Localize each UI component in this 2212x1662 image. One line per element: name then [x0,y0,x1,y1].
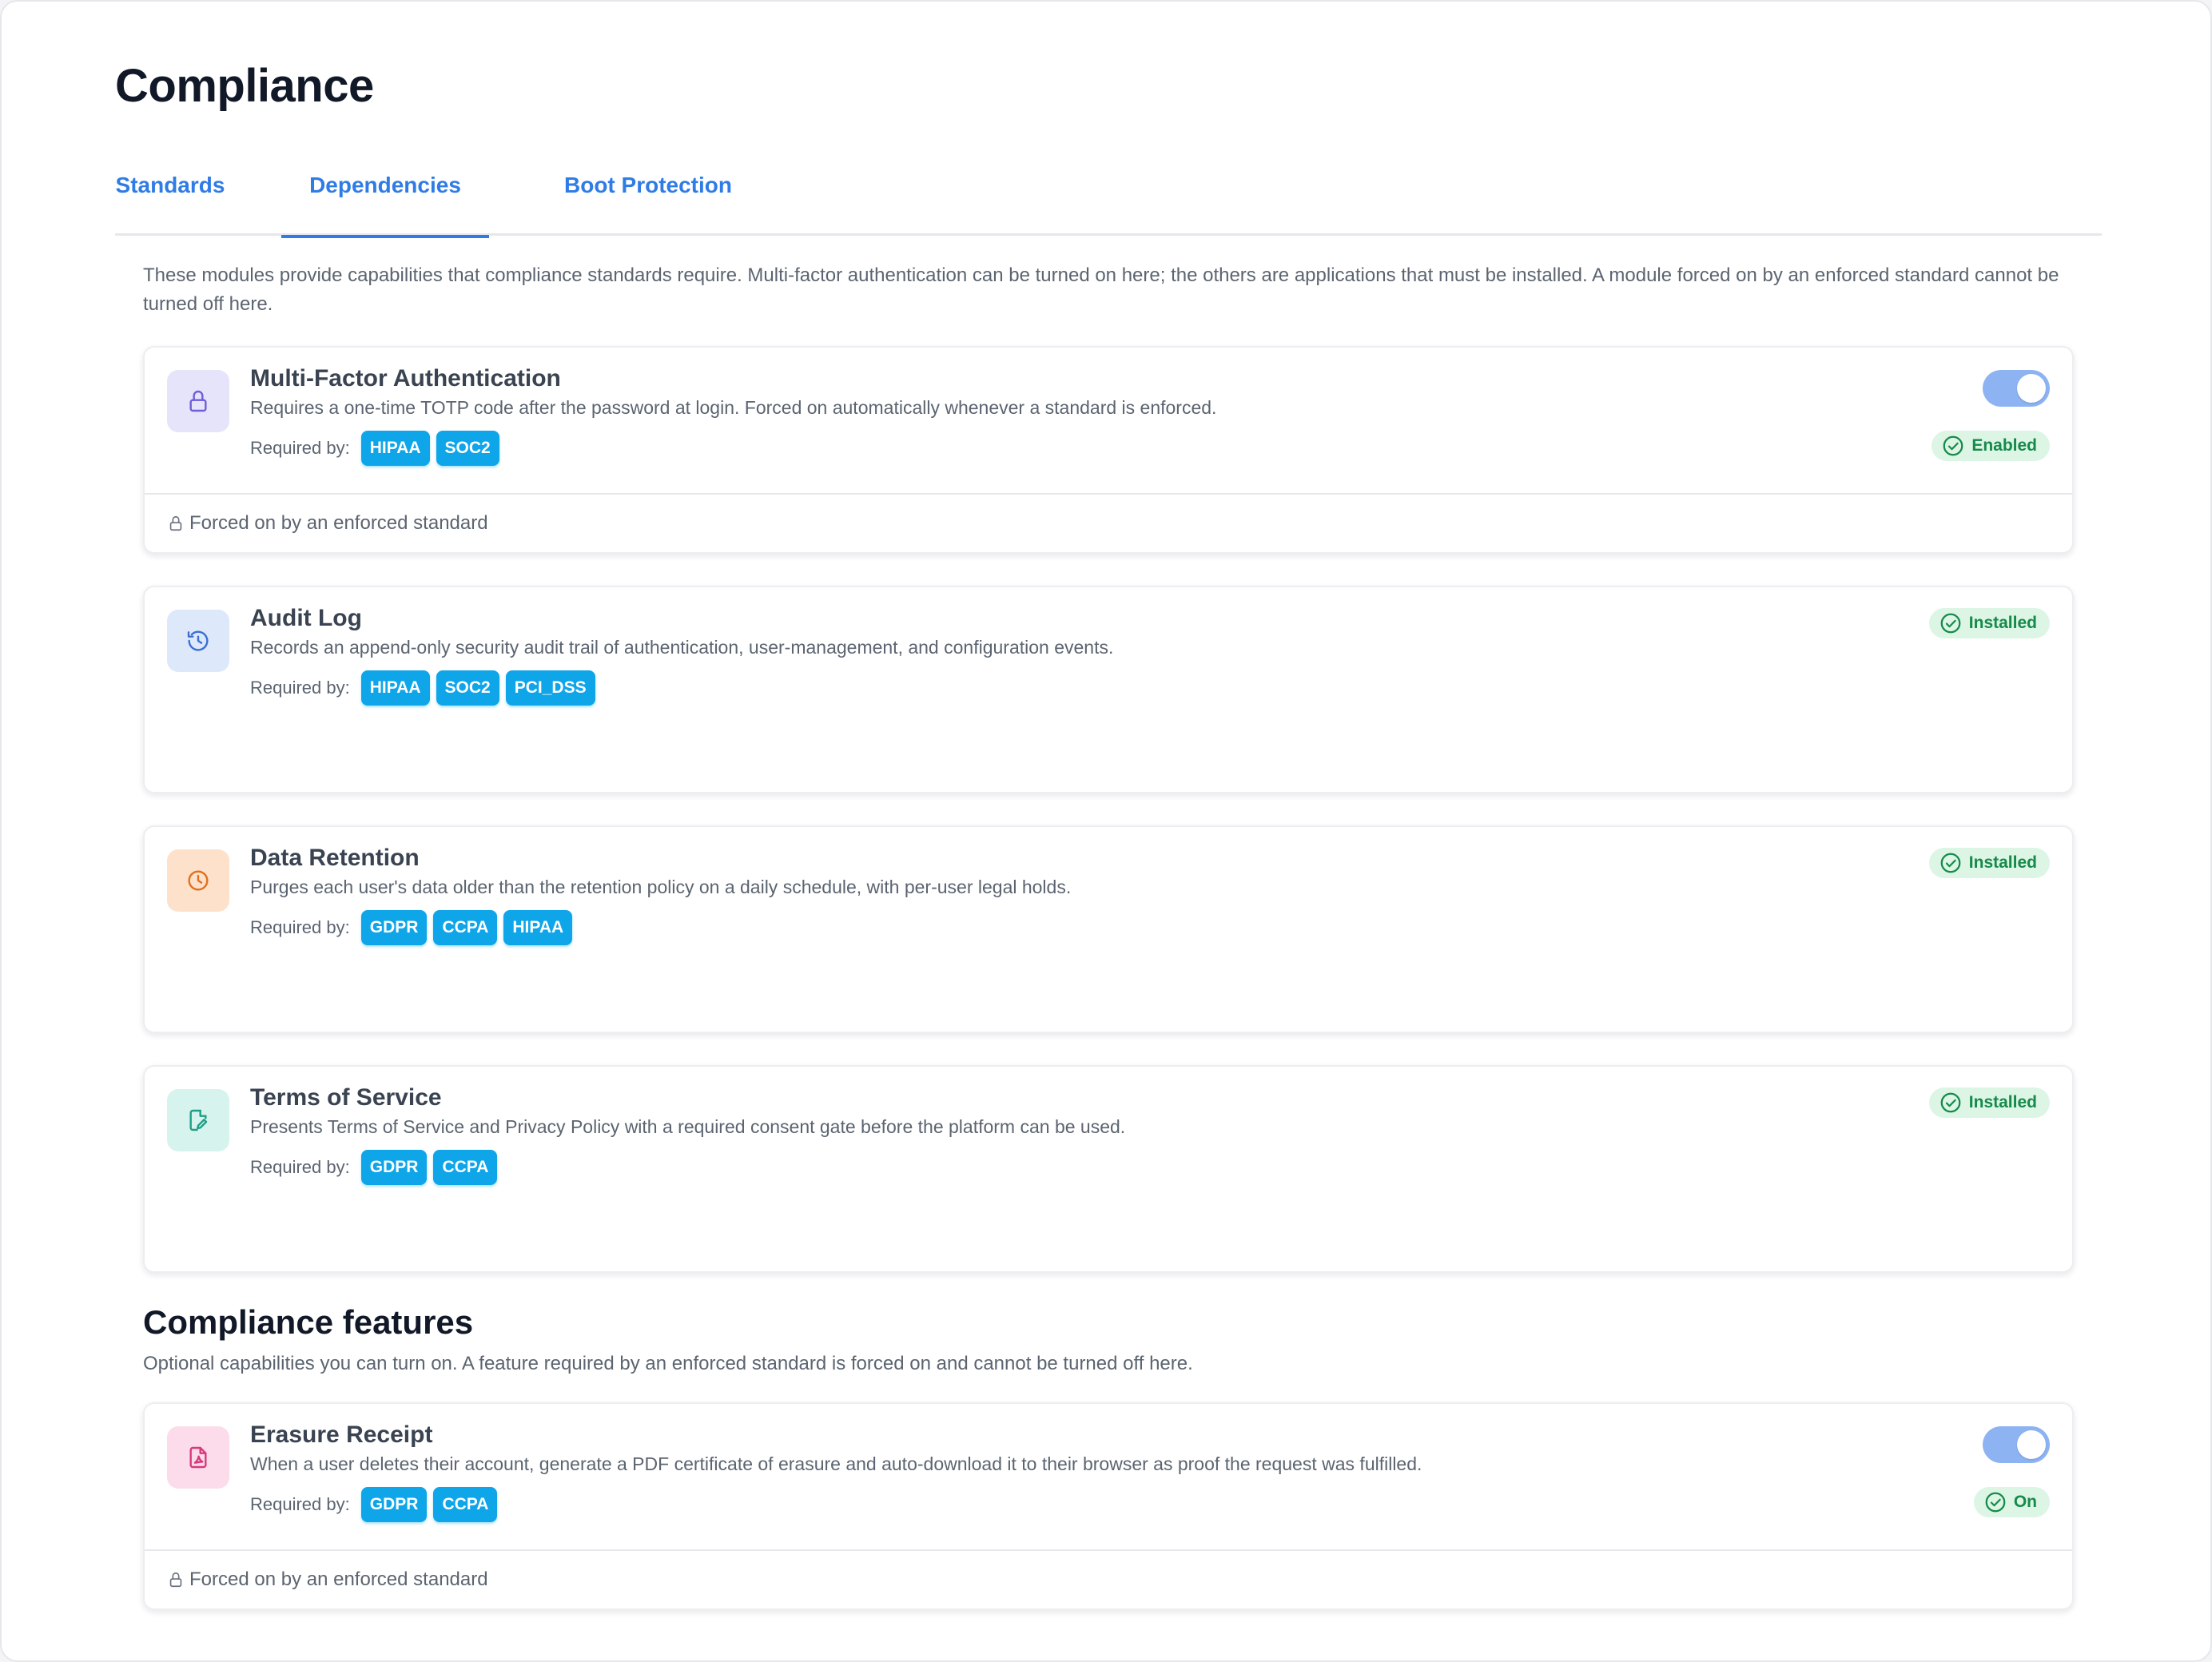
module-card-data-retention: Data Retention Purges each user's data o… [143,825,2074,1033]
feature-card-erasure-receipt: Erasure Receipt When a user deletes thei… [143,1402,2074,1610]
module-icon-box [167,370,229,432]
status-text: Enabled [1971,436,2037,455]
forced-note-text: Forced on by an enforced standard [189,1569,488,1590]
required-by-label: Required by: [250,1157,350,1177]
standard-chip: CCPA [433,910,498,945]
features-section-description: Optional capabilities you can turn on. A… [143,1353,1193,1374]
compliance-page: Compliance Standards Dependencies Boot P… [0,0,2212,1662]
toggle-knob [2017,1430,2046,1459]
standard-chip: GDPR [360,1150,428,1185]
module-icon-box [167,1426,229,1489]
check-circle-icon [1940,1092,1961,1113]
standard-chip: GDPR [360,1487,428,1522]
mfa-toggle[interactable] [1983,370,2050,407]
lock-icon [169,1572,182,1588]
required-by-label: Required by: [250,1494,350,1514]
module-description: Requires a one-time TOTP code after the … [250,397,1217,418]
clock-icon [188,870,209,891]
status-text: On [2013,1493,2037,1511]
required-by-label: Required by: [250,438,350,458]
standard-chip: HIPAA [360,431,430,466]
standard-chip: CCPA [433,1150,498,1185]
tab-bar: Standards Dependencies Boot Protection [115,135,2102,238]
module-description: Presents Terms of Service and Privacy Po… [250,1116,1126,1137]
document-edit-icon [189,1109,208,1131]
forced-note-text: Forced on by an enforced standard [189,512,488,534]
check-circle-icon [1940,853,1961,873]
erasure-receipt-toggle[interactable] [1983,1426,2050,1463]
feature-description: When a user deletes their account, gener… [250,1453,1422,1474]
forced-note: Forced on by an enforced standard [145,493,2072,552]
forced-note: Forced on by an enforced standard [145,1549,2072,1608]
standard-chip: CCPA [433,1487,498,1522]
module-icon-box [167,849,229,912]
status-text: Installed [1968,1093,2037,1111]
modules-section: Multi-Factor Authentication Requires a o… [143,346,2074,1610]
standard-chip: HIPAA [360,670,430,706]
check-circle-icon [1940,613,1961,634]
tab-boot-protection[interactable]: Boot Protection [545,135,751,236]
status-badge: Installed [1928,608,2050,638]
intro-text: These modules provide capabilities that … [143,264,2059,315]
history-icon [187,630,209,651]
standard-chip: PCI_DSS [505,670,595,706]
status-text: Installed [1968,614,2037,632]
toggle-knob [2017,374,2046,403]
tab-dependencies[interactable]: Dependencies [281,135,489,238]
standard-chip: HIPAA [503,910,573,945]
standard-chip: GDPR [360,910,428,945]
pdf-file-icon [189,1446,207,1469]
module-card-terms-of-service: Terms of Service Presents Terms of Servi… [143,1065,2074,1273]
module-description: Records an append-only security audit tr… [250,637,1114,658]
required-by-row: Required by: GDPR CCPA [250,1487,503,1522]
feature-title: Erasure Receipt [250,1421,433,1448]
page-title: Compliance [115,60,374,112]
status-text: Installed [1968,853,2037,872]
required-by-row: Required by: HIPAA SOC2 PCI_DSS [250,670,602,706]
standard-chip: SOC2 [436,431,499,466]
status-badge: Installed [1928,1087,2050,1118]
module-icon-box [167,610,229,672]
module-title: Multi-Factor Authentication [250,365,561,392]
required-by-row: Required by: GDPR CCPA HIPAA [250,910,579,945]
status-badge: Installed [1928,848,2050,878]
module-icon-box [167,1089,229,1151]
check-circle-icon [1943,435,1963,456]
module-title: Data Retention [250,845,420,871]
required-by-row: Required by: GDPR CCPA [250,1150,503,1185]
module-card-audit-log: Audit Log Records an append-only securit… [143,586,2074,793]
tab-standards[interactable]: Standards [115,135,225,236]
standard-chip: SOC2 [436,670,499,706]
required-by-row: Required by: HIPAA SOC2 [250,431,506,466]
status-badge: On [1973,1487,2050,1517]
module-title: Terms of Service [250,1084,442,1111]
module-title: Audit Log [250,605,362,631]
features-section-title: Compliance features [143,1303,474,1341]
module-description: Purges each user's data older than the r… [250,877,1072,897]
check-circle-icon [1985,1492,2006,1513]
required-by-label: Required by: [250,678,350,698]
lock-icon [189,390,207,412]
module-card-mfa: Multi-Factor Authentication Requires a o… [143,346,2074,554]
lock-icon [169,515,182,531]
status-badge: Enabled [1932,431,2050,461]
required-by-label: Required by: [250,917,350,937]
